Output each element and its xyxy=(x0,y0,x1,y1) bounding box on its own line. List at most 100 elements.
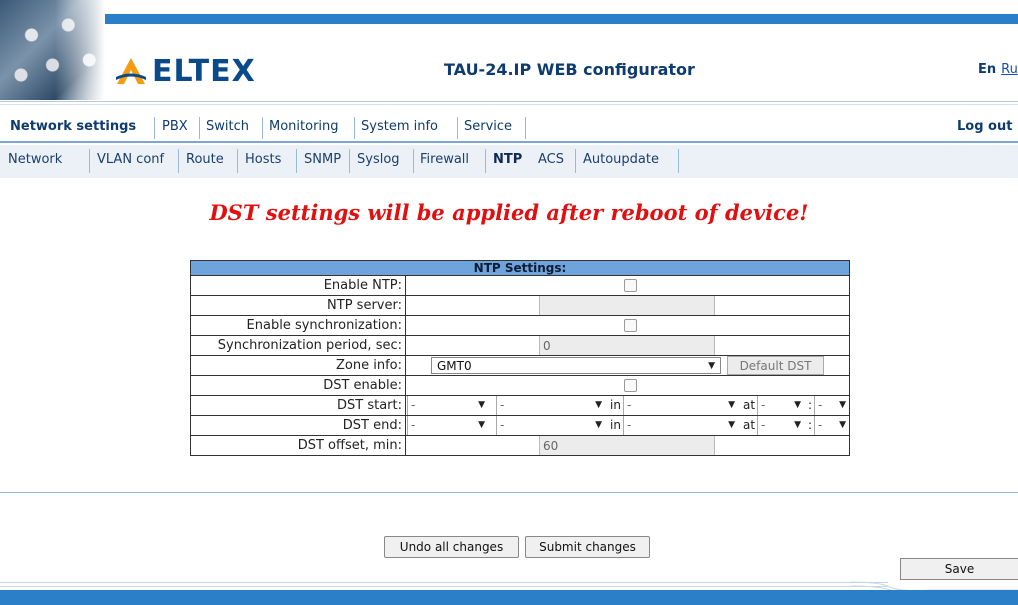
tab-switch[interactable]: Switch xyxy=(206,119,249,134)
chevron-down-icon: ▼ xyxy=(794,400,801,410)
row-dst-enable: DST enable: xyxy=(191,376,849,396)
chevron-down-icon: ▼ xyxy=(478,420,485,430)
nav-separator xyxy=(485,149,486,173)
row-dst-end: DST end: - ▼ - ▼ in - ▼ at - ▼ : - ▼ xyxy=(191,416,849,436)
lang-en[interactable]: En xyxy=(978,62,996,77)
chevron-down-icon: ▼ xyxy=(839,420,846,430)
nav-separator xyxy=(178,149,179,173)
subtab-syslog[interactable]: Syslog xyxy=(357,152,400,167)
zone-info-value: GMT0 xyxy=(437,359,472,373)
at-label: at xyxy=(743,398,756,412)
default-dst-button[interactable]: Default DST xyxy=(727,356,824,375)
eltex-logo: ELTEX xyxy=(114,50,256,92)
chevron-down-icon: ▼ xyxy=(728,400,735,410)
ntp-server-input[interactable] xyxy=(539,296,715,315)
chevron-down-icon: ▼ xyxy=(839,400,846,410)
dst-end-minute-select[interactable]: - ▼ xyxy=(814,416,850,435)
in-label: in xyxy=(610,418,621,432)
chevron-down-icon: ▼ xyxy=(478,400,485,410)
app-title: TAU-24.IP WEB configurator xyxy=(444,60,695,79)
subtab-firewall[interactable]: Firewall xyxy=(420,152,469,167)
dst-end-week-select[interactable]: - ▼ xyxy=(496,416,606,435)
subtab-autoupdate[interactable]: Autoupdate xyxy=(583,152,659,167)
nav-separator xyxy=(262,117,263,139)
logout-link[interactable]: Log out xyxy=(957,119,1012,134)
enable-ntp-checkbox[interactable] xyxy=(624,279,637,292)
ntp-settings-title: NTP Settings: xyxy=(191,261,849,276)
dst-end-day-select[interactable]: - ▼ xyxy=(623,416,739,435)
dst-start-month-select[interactable]: - ▼ xyxy=(407,396,489,415)
undo-all-changes-button[interactable]: Undo all changes xyxy=(384,536,519,558)
row-enable-sync: Enable synchronization: xyxy=(191,316,849,336)
language-switch: En Ru xyxy=(978,62,1018,77)
footer-curve xyxy=(850,581,1018,592)
tab-service[interactable]: Service xyxy=(464,119,512,134)
row-ntp-server: NTP server: xyxy=(191,296,849,316)
nav-separator xyxy=(89,149,90,173)
brand-name: ELTEX xyxy=(152,53,256,89)
nav-separator xyxy=(296,149,297,173)
enable-ntp-label: Enable NTP: xyxy=(191,276,406,295)
subtab-ntp[interactable]: NTP xyxy=(493,152,522,167)
nav-separator xyxy=(457,117,458,139)
enable-sync-checkbox[interactable] xyxy=(624,319,637,332)
submit-changes-button[interactable]: Submit changes xyxy=(525,536,650,558)
dst-start-day-select[interactable]: - ▼ xyxy=(623,396,739,415)
sync-period-input[interactable]: 0 xyxy=(539,336,715,355)
dst-enable-label: DST enable: xyxy=(191,376,406,395)
nav-separator xyxy=(199,117,200,139)
nav-separator xyxy=(413,149,414,173)
dst-offset-input[interactable]: 60 xyxy=(539,436,715,455)
zone-info-label: Zone info: xyxy=(191,356,406,375)
row-enable-ntp: Enable NTP: xyxy=(191,276,849,296)
dst-start-minute-select[interactable]: - ▼ xyxy=(814,396,850,415)
header-photo xyxy=(0,0,105,100)
dst-end-month-select[interactable]: - ▼ xyxy=(407,416,489,435)
subtab-hosts[interactable]: Hosts xyxy=(245,152,281,167)
ntp-server-label: NTP server: xyxy=(191,296,406,315)
enable-sync-label: Enable synchronization: xyxy=(191,316,406,335)
tab-monitoring[interactable]: Monitoring xyxy=(269,119,339,134)
nav-separator xyxy=(237,149,238,173)
dst-end-label: DST end: xyxy=(191,416,406,435)
nav-separator xyxy=(354,117,355,139)
chevron-down-icon: ▼ xyxy=(595,420,602,430)
nav-separator xyxy=(678,149,679,173)
subtab-snmp[interactable]: SNMP xyxy=(304,152,341,167)
row-dst-offset: DST offset, min: 60 xyxy=(191,436,849,455)
chevron-down-icon: ▼ xyxy=(794,420,801,430)
subtab-vlan-conf[interactable]: VLAN conf xyxy=(97,152,164,167)
ntp-settings-table: NTP Settings: Enable NTP: NTP server: En… xyxy=(190,260,850,456)
tab-system-info[interactable]: System info xyxy=(361,119,438,134)
lang-ru-link[interactable]: Ru xyxy=(1001,62,1018,77)
dst-start-hour-select[interactable]: - ▼ xyxy=(757,396,805,415)
dst-enable-checkbox[interactable] xyxy=(624,379,637,392)
row-zone-info: Zone info: GMT0 ▼ Default DST xyxy=(191,356,849,376)
tab-pbx[interactable]: PBX xyxy=(162,119,188,134)
subtab-acs[interactable]: ACS xyxy=(538,152,564,167)
colon-label: : xyxy=(808,418,813,432)
dst-end-hour-select[interactable]: - ▼ xyxy=(757,416,805,435)
in-label: in xyxy=(610,398,621,412)
header-top-bar xyxy=(80,14,1018,24)
secondary-nav: Network VLAN conf Route Hosts SNMP Syslo… xyxy=(0,145,1018,178)
dst-warning: DST settings will be applied after reboo… xyxy=(209,200,809,225)
chevron-down-icon: ▼ xyxy=(728,420,735,430)
nav-separator xyxy=(154,117,155,139)
row-sync-period: Synchronization period, sec: 0 xyxy=(191,336,849,356)
primary-nav: Network settings PBX Switch Monitoring S… xyxy=(0,115,1018,143)
nav-separator xyxy=(575,149,576,173)
subtab-network[interactable]: Network xyxy=(8,152,62,167)
nav-separator xyxy=(349,149,350,173)
chevron-down-icon: ▼ xyxy=(708,361,715,371)
subtab-route[interactable]: Route xyxy=(186,152,224,167)
footer-bar xyxy=(0,590,1018,605)
tab-network-settings[interactable]: Network settings xyxy=(10,119,136,134)
header: ELTEX TAU-24.IP WEB configurator En Ru xyxy=(0,0,1018,105)
header-line xyxy=(0,101,1018,102)
zone-info-select[interactable]: GMT0 ▼ xyxy=(431,357,721,374)
dst-start-week-select[interactable]: - ▼ xyxy=(496,396,606,415)
row-dst-start: DST start: - ▼ - ▼ in - ▼ at - ▼ : - ▼ xyxy=(191,396,849,416)
nav-separator xyxy=(525,117,526,139)
sync-period-label: Synchronization period, sec: xyxy=(191,336,406,355)
